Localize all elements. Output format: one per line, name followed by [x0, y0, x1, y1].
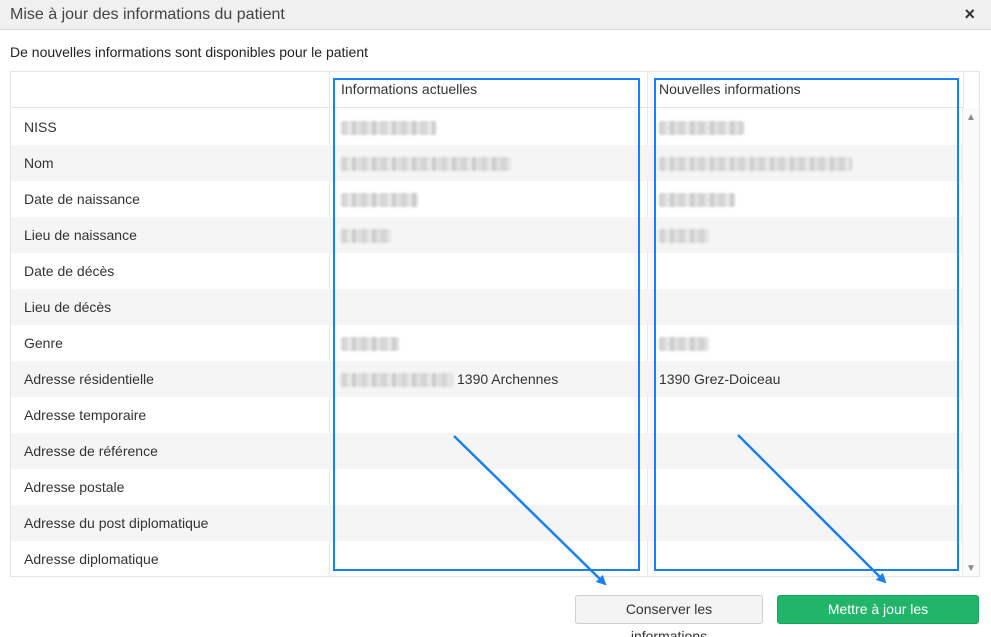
row-label: Genre	[24, 335, 63, 351]
row-label: Adresse du post diplomatique	[24, 515, 209, 531]
new-value-cell	[659, 119, 748, 136]
row-label: Adresse postale	[24, 479, 125, 495]
current-value-cell	[341, 335, 403, 352]
dialog-title: Mise à jour des informations du patient	[10, 6, 285, 23]
table-row: Genre	[11, 325, 963, 361]
row-label: Adresse de référence	[24, 443, 158, 459]
table-row: Adresse de référence	[11, 433, 963, 469]
scroll-up-icon[interactable]: ▲	[966, 112, 976, 123]
table-row: Adresse du post diplomatique	[11, 505, 963, 541]
new-value-cell	[659, 227, 713, 244]
redacted-value	[341, 373, 453, 388]
table-row: Nom	[11, 145, 963, 181]
row-label: Lieu de décès	[24, 299, 112, 315]
row-label: Date de décès	[24, 263, 115, 279]
new-value-cell	[659, 191, 739, 208]
table-row: NISS	[11, 109, 963, 145]
row-label: Date de naissance	[24, 191, 140, 207]
redacted-value	[659, 229, 709, 244]
new-value-cell	[659, 155, 856, 172]
current-value-cell	[341, 155, 515, 172]
dialog-subtitle: De nouvelles informations sont disponibl…	[10, 44, 368, 60]
header-new-info: Nouvelles informations	[659, 81, 801, 97]
table-row: Adresse temporaire	[11, 397, 963, 433]
close-icon[interactable]: ×	[964, 4, 975, 25]
redacted-value	[659, 121, 744, 136]
new-value-cell	[659, 335, 713, 352]
current-value-cell: 1390 Archennes	[341, 371, 559, 388]
row-label: Adresse diplomatique	[24, 551, 159, 567]
row-label: Lieu de naissance	[24, 227, 137, 243]
redacted-value	[341, 337, 399, 352]
table-row: Date de décès	[11, 253, 963, 289]
dialog-titlebar: Mise à jour des informations du patient …	[0, 0, 991, 30]
current-value-text: 1390 Archennes	[457, 371, 559, 387]
current-value-cell	[341, 191, 422, 208]
redacted-value	[341, 229, 391, 244]
table-row: Adresse postale	[11, 469, 963, 505]
row-label: Nom	[24, 155, 54, 171]
row-label: Adresse temporaire	[24, 407, 147, 423]
row-label: NISS	[24, 119, 57, 135]
table-row: Adresse diplomatique	[11, 541, 963, 576]
redacted-value	[341, 157, 511, 172]
current-value-cell	[341, 119, 440, 136]
keep-information-button[interactable]: Conserver les informations	[575, 595, 763, 637]
table-row: Adresse résidentielle 1390 Archennes 1390 …	[11, 361, 963, 397]
new-value-cell: 1390 Grez-Doiceau	[659, 371, 780, 387]
table-row: Lieu de décès	[11, 289, 963, 325]
table-body: NISS Nom Date de naissance Lieu de naissanc…	[11, 109, 963, 576]
redacted-value	[341, 121, 436, 136]
scroll-down-icon[interactable]: ▼	[966, 563, 976, 574]
current-value-cell	[341, 227, 395, 244]
row-label: Adresse résidentielle	[24, 371, 154, 387]
redacted-value	[659, 337, 709, 352]
redacted-value	[341, 193, 418, 208]
header-current-info: Informations actuelles	[341, 81, 478, 97]
update-information-button[interactable]: Mettre à jour les informations	[777, 595, 979, 637]
table-header: Informations actuelles Nouvelles informa…	[11, 72, 963, 108]
table-row: Lieu de naissance	[11, 217, 963, 253]
redacted-value	[659, 157, 852, 172]
comparison-table: Informations actuelles Nouvelles informa…	[10, 71, 980, 577]
vertical-scrollbar[interactable]: ▲ ▼	[962, 108, 979, 576]
redacted-value	[659, 193, 735, 208]
new-value-text: 1390 Grez-Doiceau	[659, 371, 781, 387]
table-row: Date de naissance	[11, 181, 963, 217]
